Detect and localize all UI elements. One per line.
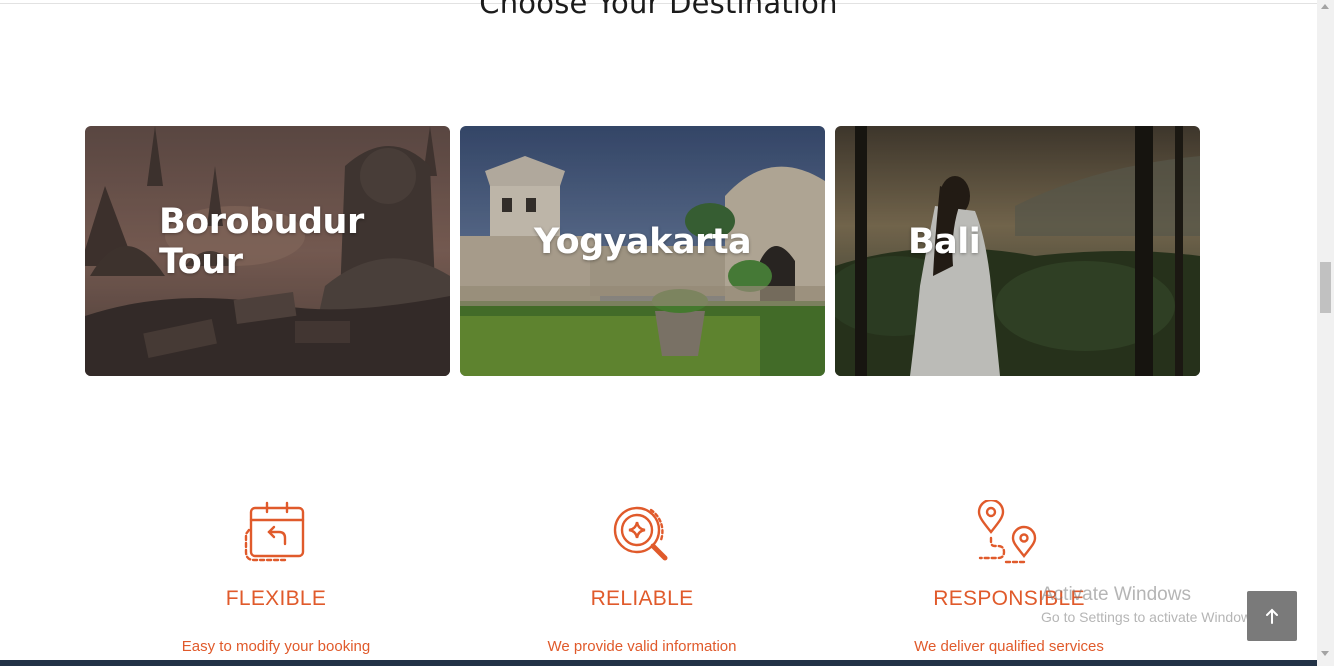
destination-label: Yogyakarta [534, 222, 752, 262]
feature-title: RELIABLE [590, 587, 694, 610]
feature-description: We provide valid information [547, 638, 737, 655]
arrow-up-icon [1266, 608, 1278, 624]
watermark-title: Activate Windows [1041, 584, 1191, 605]
feature-description: We deliver qualified services [914, 638, 1104, 655]
scrollbar-thumb[interactable] [1320, 262, 1331, 313]
feature-responsible: RESPONSIBLE We deliver qualified service… [859, 500, 1159, 655]
route-pins-icon [977, 500, 1037, 564]
footer-edge [0, 660, 1317, 666]
page-scrollbar[interactable] [1317, 0, 1334, 666]
calendar-return-icon [244, 501, 305, 562]
scroll-up-icon[interactable] [1321, 4, 1329, 9]
feature-title: FLEXIBLE [225, 587, 327, 610]
watermark-subtitle: Go to Settings to activate Windows. [1041, 609, 1262, 625]
feature-reliable: RELIABLE We provide valid information [492, 500, 792, 655]
search-sparkle-icon [613, 506, 668, 561]
destination-card-borobudur[interactable]: Borobudur Tour [85, 126, 450, 376]
bali-photo [835, 126, 1200, 376]
scroll-down-icon[interactable] [1321, 651, 1329, 656]
windows-activation-watermark: Activate Windows Go to Settings to activ… [1041, 584, 1262, 625]
destination-card-bali[interactable]: Bali [835, 126, 1200, 376]
feature-flexible: FLEXIBLE Easy to modify your booking [126, 500, 426, 655]
destination-card-yogyakarta[interactable]: Yogyakarta [460, 126, 825, 376]
back-to-top-button[interactable] [1247, 591, 1297, 641]
destination-label: Bali [908, 222, 981, 262]
destination-label: Borobudur Tour [159, 202, 364, 282]
feature-description: Easy to modify your booking [181, 638, 371, 655]
section-title: Choose Your Destination [479, 0, 838, 20]
